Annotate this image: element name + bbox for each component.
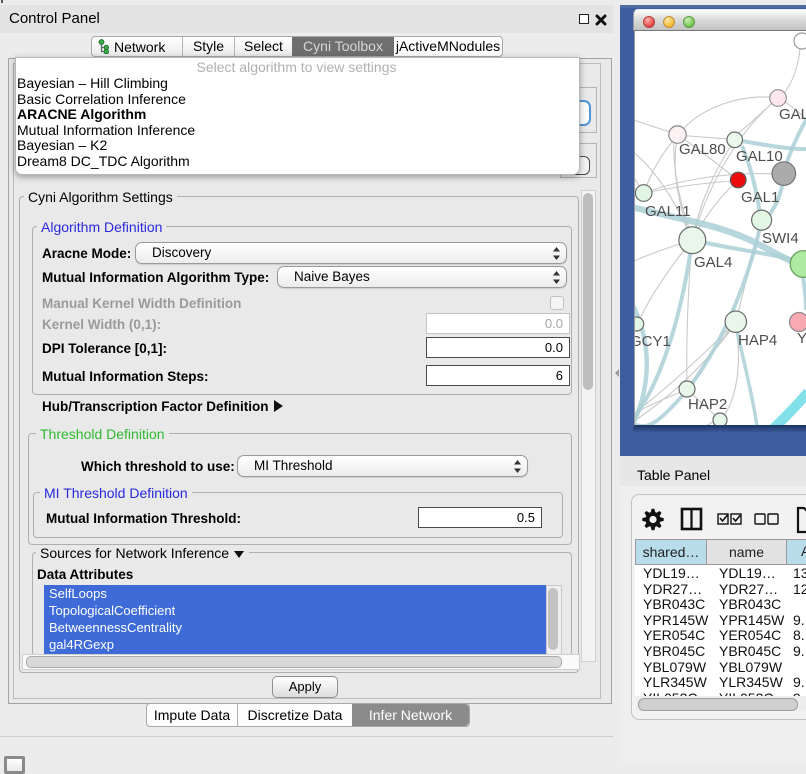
svg-text:HAP4: HAP4 bbox=[738, 332, 777, 349]
svg-text:GAL80: GAL80 bbox=[679, 141, 726, 158]
svg-text:GAL4: GAL4 bbox=[694, 254, 732, 271]
svg-text:GCY1: GCY1 bbox=[635, 333, 671, 350]
svg-text:HAP2: HAP2 bbox=[688, 396, 727, 413]
svg-text:GAL: GAL bbox=[779, 106, 806, 123]
svg-text:Y: Y bbox=[797, 330, 806, 347]
svg-text:GAL1: GAL1 bbox=[741, 189, 779, 206]
svg-text:GAL10: GAL10 bbox=[736, 148, 783, 165]
svg-text:GAL11: GAL11 bbox=[645, 203, 691, 220]
svg-text:SWI4: SWI4 bbox=[762, 230, 799, 247]
